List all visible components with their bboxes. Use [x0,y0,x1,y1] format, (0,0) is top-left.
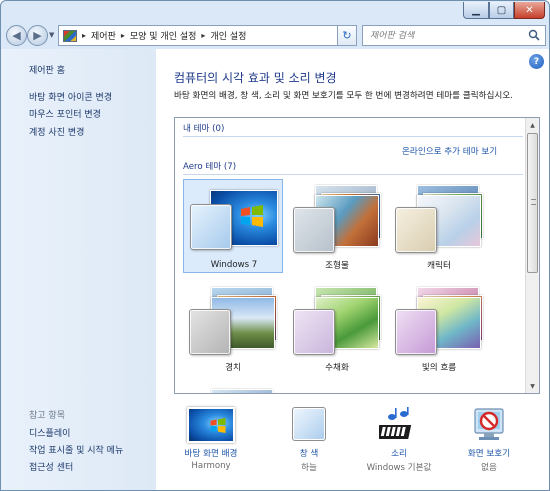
theme-name: 수채화 [325,363,349,373]
scrollbar-grip-icon [531,199,536,205]
theme-thumbnail [293,287,381,355]
window-color-setting[interactable]: 창 색 하늘 [269,401,349,489]
scroll-up-icon[interactable]: ▲ [526,118,539,132]
sounds-value: Windows 기본값 [366,463,432,473]
theme-windows-7[interactable]: Windows 7 [183,179,283,273]
taskbar-start-menu-link[interactable]: 작업 표시줄 및 시작 메뉴 [29,443,123,456]
address-bar[interactable]: ▸ 제어판 ▸ 모양 및 개인 설정 ▸ 개인 설정 ▼ [58,25,357,46]
group-divider [183,136,523,137]
search-input[interactable] [370,30,520,41]
theme-thumbnail [293,185,381,253]
theme-thumbnail [189,389,277,393]
left-task-pane: 제어판 홈 바탕 화면 아이콘 변경 마우스 포인터 변경 계정 사진 변경 참… [1,49,156,490]
sounds-icon [379,407,412,439]
theme-name: 캐릭터 [427,261,451,271]
theme-settings-bar: 바탕 화면 배경 Harmony 창 색 하늘 소리 Windows 기본값 화… [156,401,549,490]
breadcrumb-control-panel[interactable]: 제어판 [91,29,116,42]
recent-pages-dropdown[interactable]: ▼ [49,31,54,39]
breadcrumb-appearance[interactable]: 모양 및 개인 설정 [130,29,197,42]
personalization-window: ▁ ▢ ✕ ◀ ▶ ▼ ▸ 제어판 ▸ 모양 및 개인 설정 ▸ 개인 설정 ↻… [0,0,550,491]
window-color-swatch [293,309,335,355]
sounds-setting[interactable]: 소리 Windows 기본값 [359,401,439,489]
breadcrumb-separator-icon[interactable]: ▸ [121,31,125,40]
change-mouse-pointers-link[interactable]: 마우스 포인터 변경 [29,107,101,120]
windows-logo-icon [241,205,263,227]
help-icon: ? [533,56,540,67]
change-desktop-icons-link[interactable]: 바탕 화면 아이콘 변경 [29,90,112,103]
close-button[interactable]: ✕ [514,2,545,19]
screen-saver-label[interactable]: 화면 보호기 [449,447,529,459]
theme-thumbnail [395,185,483,253]
maximize-button[interactable]: ▢ [489,2,514,19]
window-color-swatch [395,207,437,253]
page-title: 컴퓨터의 시각 효과 및 소리 변경 [174,71,337,85]
screen-saver-value: 없음 [481,463,497,473]
window-color-swatch [189,309,231,355]
window-color-swatch [395,309,437,355]
refresh-icon: ↻ [342,29,352,42]
ease-of-access-center-link[interactable]: 접근성 센터 [29,460,73,473]
sounds-label[interactable]: 소리 [359,447,439,459]
theme-nature[interactable]: 수채화 [287,281,387,375]
theme-partial-next[interactable] [183,383,283,393]
my-themes-group-header: 내 테마 (0) [183,124,225,134]
screen-saver-setting[interactable]: 화면 보호기 없음 [449,401,529,489]
get-more-themes-online-link[interactable]: 온라인으로 추가 테마 보기 [402,145,497,157]
content-area: 제어판 홈 바탕 화면 아이콘 변경 마우스 포인터 변경 계정 사진 변경 참… [1,49,549,490]
navigation-bar: ◀ ▶ ▼ ▸ 제어판 ▸ 모양 및 개인 설정 ▸ 개인 설정 ▼ ↻ [1,21,549,49]
theme-architecture[interactable]: 조형물 [287,179,387,273]
theme-landscapes[interactable]: 경치 [183,281,283,375]
theme-name: 조형물 [325,261,349,271]
breadcrumb-separator-icon[interactable]: ▸ [82,31,86,40]
window-color-swatch [190,204,232,250]
window-color-label[interactable]: 창 색 [269,447,349,459]
forward-arrow-icon: ▶ [33,29,42,42]
theme-name: Windows 7 [210,260,258,270]
group-divider [183,174,523,175]
breadcrumb-personalization[interactable]: 개인 설정 [210,29,246,42]
desktop-background-label[interactable]: 바탕 화면 배경 [171,447,251,459]
theme-thumbnail [190,186,278,252]
forward-button[interactable]: ▶ [27,25,48,46]
theme-scenes[interactable]: 빛의 흐름 [389,281,489,375]
breadcrumb-part: ▸ 제어판 [77,29,116,42]
back-arrow-icon: ◀ [12,29,21,42]
breadcrumb-part: ▸ 개인 설정 [196,29,246,42]
back-button[interactable]: ◀ [6,25,27,46]
change-account-picture-link[interactable]: 계정 사진 변경 [29,125,84,138]
desktop-background-setting[interactable]: 바탕 화면 배경 Harmony [171,401,251,489]
scrollbar-thumb[interactable] [527,133,538,273]
desktop-background-value: Harmony [191,461,231,471]
theme-name: 경치 [225,363,241,373]
page-description: 바탕 화면의 배경, 창 색, 소리 및 화면 보호기를 모두 한 번에 변경하… [174,91,513,101]
search-icon[interactable] [528,29,540,41]
control-panel-icon [63,29,77,42]
title-bar: ▁ ▢ ✕ [1,1,549,21]
aero-themes-group-header: Aero 테마 (7) [183,162,237,172]
theme-list[interactable]: 내 테마 (0) 온라인으로 추가 테마 보기 Aero 테마 (7) Wind… [174,117,540,394]
help-button[interactable]: ? [529,54,544,69]
windows-logo-icon [210,418,226,433]
window-color-swatch [293,207,335,253]
theme-thumbnail [395,287,483,355]
theme-thumbnail [189,287,277,355]
refresh-button[interactable]: ↻ [337,25,357,46]
search-box[interactable] [362,25,546,46]
window-color-icon [292,407,326,441]
desktop-background-icon [187,407,235,443]
window-color-value: 하늘 [301,463,317,473]
display-link[interactable]: 디스플레이 [29,426,70,439]
vertical-scrollbar[interactable]: ▲ ▼ [525,118,539,393]
see-also-heading: 참고 항목 [29,411,65,421]
theme-name: 빛의 흐름 [421,363,457,373]
scroll-down-icon[interactable]: ▼ [526,379,539,393]
breadcrumb-part: ▸ 모양 및 개인 설정 [116,29,197,42]
breadcrumb-separator-icon[interactable]: ▸ [201,31,205,40]
theme-characters[interactable]: 캐릭터 [389,179,489,273]
control-panel-home-link[interactable]: 제어판 홈 [29,63,65,76]
screen-saver-icon [474,408,504,440]
minimize-button[interactable]: ▁ [463,2,489,19]
